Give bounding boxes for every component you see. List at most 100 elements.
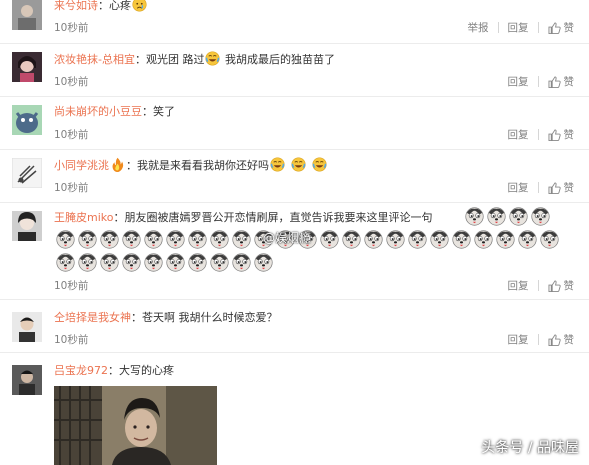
username-link[interactable]: 小同学洮洮 [54,159,109,172]
reply-button[interactable]: 回复 [508,332,529,347]
comment-line: 来兮如诗：心疼 [54,0,579,14]
doge-emoji [487,207,506,226]
reply-button[interactable]: 回复 [508,74,529,89]
like-button[interactable]: 赞 [564,127,575,142]
divider [497,22,499,33]
divider [537,182,539,193]
comment-image[interactable] [54,386,217,465]
username-link[interactable]: 尚未崩坏的小豆豆 [54,105,142,118]
fire-emoji [110,157,125,172]
comment-text: ：笑了 [142,105,175,118]
timestamp: 10秒前 [54,182,89,194]
thumbs-up-icon[interactable] [548,182,561,194]
reply-button[interactable]: 回复 [508,180,529,195]
like-button[interactable]: 赞 [564,20,575,35]
thumbs-up-icon[interactable] [548,280,561,292]
doge-emoji [210,230,229,249]
doge-emoji [210,253,229,272]
avatar[interactable] [12,0,42,30]
comment-text: 我胡成最后的独苗苗了 [221,53,335,66]
doge-emoji [122,253,141,272]
doge-emoji [531,207,550,226]
comment-text: ：心疼 [98,0,131,12]
comment-text: ：观光团 路过 [134,53,205,66]
timestamp: 10秒前 [54,129,89,141]
doge-emoji [100,253,119,272]
username-link[interactable]: 来兮如诗 [54,0,98,12]
divider [537,76,539,87]
thumbs-up-icon[interactable] [548,129,561,141]
comment-item: 仝培择是我女神：苍天啊 我胡什么时候恋爱？ 10秒前 回复 赞 [0,300,589,353]
doge-emoji [232,253,251,272]
doge-emoji [166,253,185,272]
doge-emoji [408,230,427,249]
timestamp: 10秒前 [54,76,89,88]
emoji-row [463,207,551,227]
divider [537,280,539,291]
avatar[interactable] [12,158,42,188]
corner-watermark: 头条号 / 品味屋 [481,440,579,456]
emoji-row [54,253,274,273]
comment-actions: 回复 赞 [508,127,575,142]
reply-button[interactable]: 回复 [508,278,529,293]
username-link[interactable]: 王腌皮miko [54,211,113,224]
like-button[interactable]: 赞 [564,74,575,89]
comment-line: 小同学洮洮 ：我就是来看看我胡你还好吗 [54,157,579,174]
doge-emoji [232,230,251,249]
comment-actions: 回复 赞 [508,278,575,293]
thumbs-up-icon[interactable] [548,76,561,88]
thumbs-up-icon[interactable] [548,22,561,34]
timestamp: 10秒前 [54,334,89,346]
doge-emoji [56,230,75,249]
doge-emoji [78,253,97,272]
laugh-cry-emoji [205,51,220,66]
doge-emoji [509,207,528,226]
watermark: @娱烟瘾 [263,231,312,245]
doge-emoji [474,230,493,249]
report-button[interactable]: 举报 [468,20,489,35]
comment-line: 尚未崩坏的小豆豆：笑了 [54,104,579,120]
like-button[interactable]: 赞 [564,180,575,195]
laugh-cry-emoji [291,157,306,172]
reply-button[interactable]: 回复 [508,127,529,142]
doge-emoji [78,230,97,249]
doge-emoji [320,230,339,249]
divider [537,334,539,345]
avatar[interactable] [12,211,42,241]
username-link[interactable]: 仝培择是我女神 [54,311,131,324]
doge-emoji [386,230,405,249]
avatar[interactable] [12,312,42,342]
doge-emoji [518,230,537,249]
sad-emoji [132,0,147,12]
doge-emoji [342,230,361,249]
comment-item: 尚未崩坏的小豆豆：笑了 10秒前 回复 赞 [0,97,589,150]
avatar[interactable] [12,105,42,135]
like-button[interactable]: 赞 [564,278,575,293]
thumbs-up-icon[interactable] [548,334,561,346]
avatar[interactable] [12,365,42,395]
laugh-cry-emoji [312,157,327,172]
laugh-cry-emoji [270,157,285,172]
comment-actions: 举报 回复 赞 [468,20,575,35]
doge-emoji [496,230,515,249]
doge-emoji [122,230,141,249]
doge-emoji [166,230,185,249]
timestamp: 10秒前 [54,22,89,34]
comment-line: 吕宝龙972：大写的心疼 [54,363,579,379]
doge-emoji [364,230,383,249]
doge-emoji [144,230,163,249]
divider [537,129,539,140]
reply-button[interactable]: 回复 [508,20,529,35]
username-link[interactable]: 吕宝龙972 [54,364,108,377]
timestamp: 10秒前 [54,280,89,292]
comment-text: ：我就是来看看我胡你还好吗 [126,159,269,172]
doge-emoji [56,253,75,272]
avatar[interactable] [12,52,42,82]
comment-actions: 回复 赞 [508,332,575,347]
comment-item: 王腌皮miko：朋友圈被唐嫣罗晋公开恋情刷屏，直觉告诉我要来这里评论一句 10秒… [0,203,589,300]
username-link[interactable]: 浓妆艳抹-总相宜 [54,53,135,66]
like-button[interactable]: 赞 [564,332,575,347]
comment-line: 仝培择是我女神：苍天啊 我胡什么时候恋爱？ [54,310,579,326]
comment-actions: 回复 赞 [508,74,575,89]
comment-text: ：苍天啊 我胡什么时候恋爱？ [131,311,278,324]
